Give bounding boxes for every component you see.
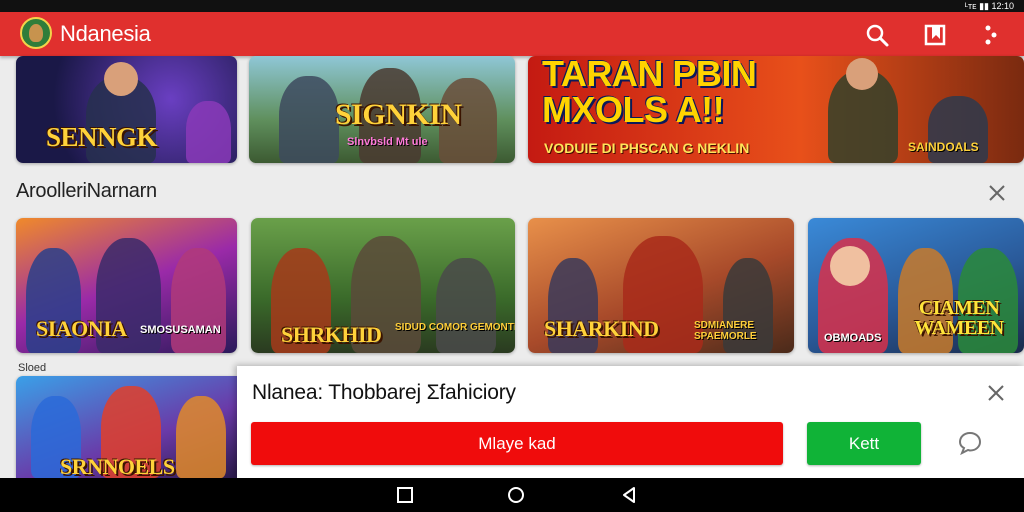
character-art <box>104 62 138 96</box>
game-title: SHARKIND <box>544 316 659 341</box>
status-icons: ᴸᴛᴇ ▮▮ 12:10 <box>964 1 1014 11</box>
app-title: Ndanesia <box>60 21 151 46</box>
content: SENNGK SIGNKIN Slnvbsld Mt ule TARAN PBI… <box>0 56 1024 478</box>
banner-title: SIGNKIN <box>335 98 462 131</box>
banner-subtitle: Slnvbsld Mt ule <box>347 136 428 148</box>
back-icon[interactable] <box>620 486 638 504</box>
promo-banner[interactable]: TARAN PBIN MXOLS A!! VODUIE DI PHSCAN G … <box>528 56 1024 163</box>
primary-button[interactable]: Mlaye kad <box>251 422 783 465</box>
game-tile[interactable]: SHARKIND SDMIANERE SPAEMORLE <box>528 218 794 353</box>
game-title: CIAMEN WAMEEN <box>914 297 1004 339</box>
promo-badge: SAINDOALS <box>908 140 979 154</box>
character-art <box>171 248 226 353</box>
promo-title: TARAN PBIN MXOLS A!! <box>542 56 757 130</box>
close-icon[interactable] <box>985 382 1007 404</box>
app-logo[interactable] <box>20 17 52 49</box>
chat-bubble-icon[interactable] <box>957 430 983 456</box>
game-subtitle: SIDUD COMOR GEMONTHIE <box>395 322 515 333</box>
game-title: SIAONIA <box>36 316 127 341</box>
banner-tile[interactable]: SIGNKIN Slnvbsld Mt ule <box>249 56 515 163</box>
status-bar: ᴸᴛᴇ ▮▮ 12:10 <box>0 0 1024 12</box>
character-art <box>846 58 878 90</box>
search-icon[interactable] <box>864 22 890 48</box>
game-tile[interactable]: SHRKHID SIDUD COMOR GEMONTHIE <box>251 218 515 353</box>
bookmark-icon[interactable] <box>922 22 948 48</box>
game-subtitle: SMOSUSAMAN <box>140 324 221 336</box>
character-art <box>279 76 339 163</box>
game-tile[interactable]: CIAMEN WAMEEN OBMOADS <box>808 218 1024 353</box>
recents-icon[interactable] <box>396 486 414 504</box>
navigation-bar <box>0 478 1024 512</box>
banner-title: SENNGK <box>46 122 158 152</box>
home-icon[interactable] <box>507 486 525 504</box>
secondary-button[interactable]: Kett <box>807 422 921 465</box>
game-subtitle: OBMOADS <box>824 332 882 344</box>
game-tile[interactable]: SRNNOELS <box>16 376 237 478</box>
game-subtitle: SDMIANERE SPAEMORLE <box>694 320 757 342</box>
game-tile[interactable]: SIAONIA SMOSUSAMAN <box>16 218 237 353</box>
install-dialog: Nlanea: Thobbarej Ʃfahiciory Mlaye kad K… <box>237 366 1024 478</box>
game-title: SHRKHID <box>281 322 382 347</box>
dialog-title: Nlanea: Thobbarej Ʃfahiciory <box>252 381 516 404</box>
character-art <box>830 246 870 286</box>
promo-subtitle: VODUIE DI PHSCAN G NEKLIN <box>544 140 750 156</box>
banner-tile[interactable]: SENNGK <box>16 56 237 163</box>
character-art <box>176 396 226 478</box>
app-bar: Ndanesia <box>0 12 1024 56</box>
more-icon[interactable] <box>978 22 1004 48</box>
character-art <box>436 258 496 353</box>
game-title: SRNNOELS <box>60 454 175 478</box>
close-icon[interactable] <box>986 182 1008 204</box>
character-art <box>186 101 231 163</box>
row-label: Sloed <box>18 362 47 374</box>
section-title: AroolleriNarnarn <box>16 180 157 202</box>
